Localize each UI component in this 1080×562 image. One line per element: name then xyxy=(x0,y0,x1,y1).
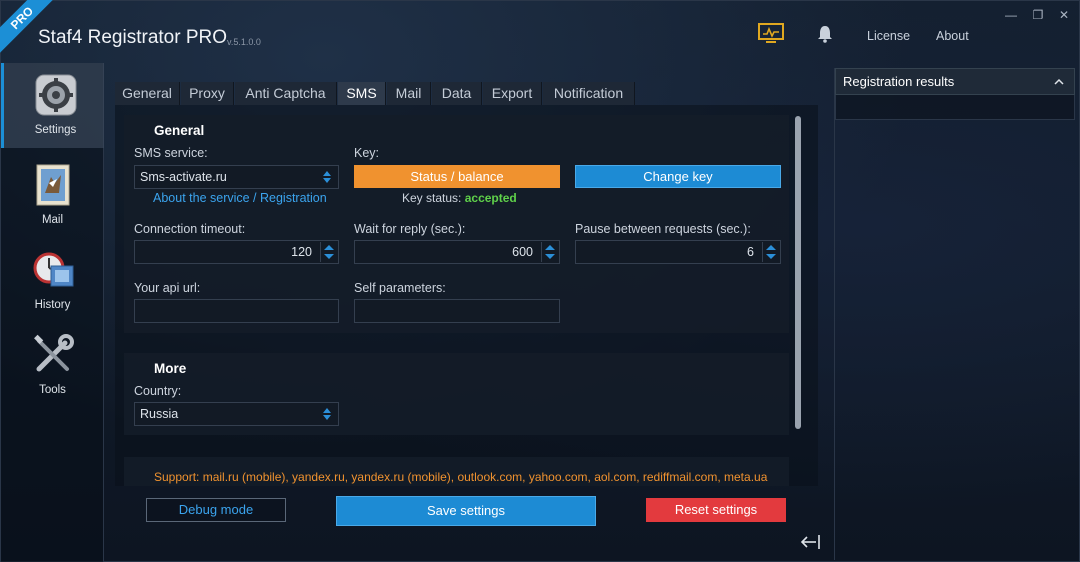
tab-notification[interactable]: Notification xyxy=(543,82,635,105)
sms-service-value: Sms-activate.ru xyxy=(140,170,227,184)
tab-export[interactable]: Export xyxy=(483,82,542,105)
reset-settings-button[interactable]: Reset settings xyxy=(646,498,786,522)
app-window: PRO Staf4 Registrator PRO v.5.1.0.0 Lice… xyxy=(0,0,1080,562)
self-params-label: Self parameters: xyxy=(354,281,446,295)
tab-data[interactable]: Data xyxy=(432,82,482,105)
wait-reply-label: Wait for reply (sec.): xyxy=(354,222,466,236)
app-version: v.5.1.0.0 xyxy=(227,37,261,47)
sms-service-label: SMS service: xyxy=(134,146,208,160)
gear-icon xyxy=(35,74,77,116)
bell-icon[interactable] xyxy=(816,25,834,43)
license-link[interactable]: License xyxy=(867,29,910,43)
sidebar-item-mail[interactable]: Mail xyxy=(1,153,104,238)
monitor-icon[interactable] xyxy=(758,23,784,45)
sidebar: Settings Mail History Tools xyxy=(1,63,104,562)
key-status-value: accepted xyxy=(464,191,517,205)
sms-settings-content: General SMS service: Sms-activate.ru Abo… xyxy=(115,105,818,486)
results-body xyxy=(835,95,1075,120)
tab-anti-captcha[interactable]: Anti Captcha xyxy=(235,82,337,105)
sms-service-select[interactable]: Sms-activate.ru xyxy=(134,165,339,189)
tab-proxy[interactable]: Proxy xyxy=(181,82,234,105)
wait-reply-input[interactable]: 600 xyxy=(354,240,560,264)
chevron-up-icon[interactable] xyxy=(1054,78,1064,85)
connection-timeout-value: 120 xyxy=(291,245,312,259)
spin-buttons[interactable] xyxy=(320,242,336,262)
api-url-label: Your api url: xyxy=(134,281,201,295)
sidebar-item-settings[interactable]: Settings xyxy=(1,63,104,148)
wait-reply-value: 600 xyxy=(512,245,533,259)
results-title: Registration results xyxy=(843,74,955,89)
country-label: Country: xyxy=(134,384,182,398)
connection-timeout-input[interactable]: 120 xyxy=(134,240,339,264)
restore-button[interactable]: ❐ xyxy=(1030,7,1046,23)
results-header[interactable]: Registration results xyxy=(835,68,1075,95)
support-text: Support: mail.ru (mobile), yandex.ru, ya… xyxy=(154,470,768,484)
mail-stamp-icon xyxy=(36,164,70,206)
tab-mail[interactable]: Mail xyxy=(387,82,431,105)
pause-label: Pause between requests (sec.): xyxy=(575,222,751,236)
sidebar-item-label: Mail xyxy=(41,214,64,226)
tab-sms[interactable]: SMS xyxy=(338,82,386,105)
clock-icon xyxy=(33,252,74,287)
api-url-input[interactable] xyxy=(134,299,339,323)
save-settings-button[interactable]: Save settings xyxy=(336,496,596,526)
close-button[interactable]: ✕ xyxy=(1056,7,1072,23)
more-section-title: More xyxy=(154,361,187,376)
key-status: Key status: accepted xyxy=(402,191,517,205)
results-panel: Registration results xyxy=(834,68,1075,560)
sidebar-item-tools[interactable]: Tools xyxy=(1,323,104,408)
status-balance-button[interactable]: Status / balance xyxy=(354,165,560,188)
debug-mode-button[interactable]: Debug mode xyxy=(146,498,286,522)
sidebar-item-label: History xyxy=(34,299,71,311)
support-panel: Support: mail.ru (mobile), yandex.ru, ya… xyxy=(124,457,789,486)
minimize-button[interactable]: — xyxy=(1003,7,1019,23)
spin-buttons[interactable] xyxy=(762,242,778,262)
connection-timeout-label: Connection timeout: xyxy=(134,222,246,236)
change-key-button[interactable]: Change key xyxy=(575,165,781,188)
app-title: Staf4 Registrator PRO xyxy=(38,27,228,48)
tab-general[interactable]: General xyxy=(115,82,180,105)
key-label: Key: xyxy=(354,146,380,160)
sidebar-item-history[interactable]: History xyxy=(1,238,104,323)
key-status-label: Key status: xyxy=(402,191,462,205)
select-arrows-icon xyxy=(323,407,333,421)
pause-value: 6 xyxy=(747,245,754,259)
more-panel: More Country: Russia xyxy=(124,353,789,435)
country-select[interactable]: Russia xyxy=(134,402,339,426)
general-panel: General SMS service: Sms-activate.ru Abo… xyxy=(124,115,789,333)
about-service-link[interactable]: About the service / Registration xyxy=(153,191,327,205)
pause-input[interactable]: 6 xyxy=(575,240,781,264)
about-link[interactable]: About xyxy=(936,29,969,43)
self-params-input[interactable] xyxy=(354,299,560,323)
sidebar-item-label: Tools xyxy=(39,384,66,396)
tools-icon xyxy=(34,334,74,372)
title-bar: PRO Staf4 Registrator PRO v.5.1.0.0 Lice… xyxy=(0,0,1080,63)
content-scrollbar[interactable] xyxy=(795,116,801,429)
general-section-title: General xyxy=(154,123,205,138)
country-value: Russia xyxy=(140,407,179,421)
collapse-left-icon[interactable] xyxy=(800,534,822,550)
select-arrows-icon xyxy=(323,170,333,184)
spin-buttons[interactable] xyxy=(541,242,557,262)
sidebar-item-label: Settings xyxy=(34,124,77,136)
